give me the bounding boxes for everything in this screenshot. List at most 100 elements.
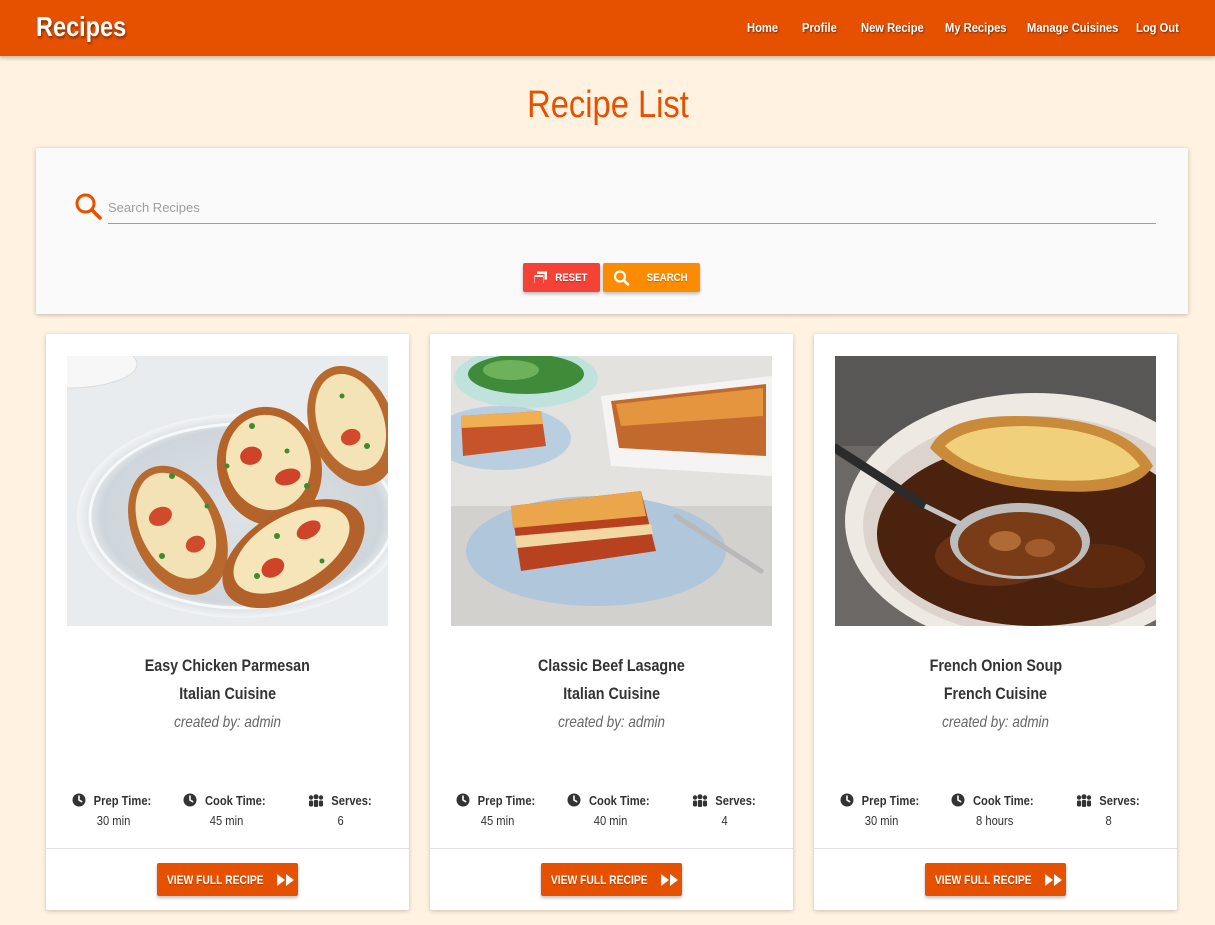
cook-time: Cook Time: 40 min — [556, 792, 666, 828]
card-divider — [46, 848, 409, 849]
serves-value-text: 8 — [1105, 813, 1113, 828]
cook-time-label: Cook Time: — [556, 792, 666, 808]
prep-time-value: 30 min — [827, 813, 937, 828]
people-icon — [1076, 793, 1092, 807]
prep-time-value: 45 min — [443, 813, 553, 828]
nav-link-home[interactable]: Home — [747, 17, 778, 39]
serves-value-text: 4 — [721, 813, 729, 828]
recipe-cuisine-text: Italian Cuisine — [179, 684, 276, 703]
nav-link-new-recipe[interactable]: New Recipe — [861, 17, 924, 39]
serves: Serves: 6 — [286, 792, 396, 828]
clock-icon — [567, 793, 581, 807]
clock-icon — [840, 793, 854, 807]
serves-value: 8 — [1054, 813, 1164, 828]
nav-link-manage-cuisines[interactable]: Manage Cuisines — [1027, 17, 1118, 39]
cook-time-value: 40 min — [556, 813, 666, 828]
clock-icon — [951, 793, 965, 807]
recipe-cuisine-text: French Cuisine — [943, 684, 1048, 703]
cook-time-label-text: Cook Time: — [973, 792, 1034, 808]
prep-time-value-text: 30 min — [865, 813, 899, 828]
prep-time: Prep Time: 30 min — [59, 792, 169, 828]
recipe-author-text: created by: admin — [942, 714, 1049, 731]
recipe-title: Easy Chicken Parmesan — [46, 656, 409, 676]
recipe-title: French Onion Soup — [814, 656, 1177, 676]
recipe-author-text: created by: admin — [558, 714, 665, 731]
search-panel: RESET SEARCH — [36, 148, 1188, 314]
recipe-title: Classic Beef Lasagne — [430, 656, 793, 676]
serves-label-text: Serves: — [1099, 792, 1140, 808]
prep-time-value: 30 min — [59, 813, 169, 828]
nav-link-profile[interactable]: Profile — [802, 17, 837, 39]
recipe-image-french-onion-soup[interactable] — [835, 356, 1156, 626]
people-icon — [692, 793, 708, 807]
recipe-image-chicken-parmesan[interactable] — [67, 356, 388, 626]
fast-forward-icon — [660, 873, 678, 886]
nav-link-log-out[interactable]: Log Out — [1136, 17, 1179, 39]
serves: Serves: 8 — [1054, 792, 1164, 828]
serves-value-text: 6 — [337, 813, 345, 828]
cook-time-label: Cook Time: — [172, 792, 282, 808]
recipe-cuisine: Italian Cuisine — [46, 684, 409, 704]
serves-label-text: Serves: — [331, 792, 372, 808]
prep-time-value-text: 30 min — [97, 813, 131, 828]
recipe-author: created by: admin — [814, 714, 1177, 732]
serves: Serves: 4 — [670, 792, 780, 828]
recipe-title-text: Classic Beef Lasagne — [538, 656, 685, 675]
view-full-recipe-label: VIEW FULL RECIPE — [167, 872, 264, 887]
view-full-recipe-button[interactable]: VIEW FULL RECIPE — [541, 863, 682, 896]
recipe-cuisine: Italian Cuisine — [430, 684, 793, 704]
nav-link-my-recipes[interactable]: My Recipes — [945, 17, 1007, 39]
prep-time-label-text: Prep Time: — [477, 792, 536, 808]
serves-label: Serves: — [1054, 792, 1164, 808]
serves-value: 6 — [286, 813, 396, 828]
prep-time: Prep Time: 45 min — [443, 792, 553, 828]
cook-time-value: 8 hours — [940, 813, 1050, 828]
recipe-card: Easy Chicken Parmesan Italian Cuisine cr… — [46, 334, 409, 910]
reset-button[interactable]: RESET — [523, 263, 600, 292]
view-full-recipe-button[interactable]: VIEW FULL RECIPE — [157, 863, 298, 896]
cook-time-value-text: 45 min — [210, 813, 244, 828]
people-icon — [308, 793, 324, 807]
view-full-recipe-button[interactable]: VIEW FULL RECIPE — [925, 863, 1066, 896]
prep-time-label: Prep Time: — [443, 792, 553, 808]
prep-time-label-text: Prep Time: — [861, 792, 920, 808]
fast-forward-icon — [1044, 873, 1062, 886]
recipe-title-text: Easy Chicken Parmesan — [144, 656, 311, 675]
prep-time-label-text: Prep Time: — [93, 792, 152, 808]
nav-links: Home Profile New Recipe My Recipes Manag… — [0, 17, 1215, 39]
clock-icon — [72, 793, 86, 807]
prep-time-label: Prep Time: — [59, 792, 169, 808]
view-full-recipe-label: VIEW FULL RECIPE — [551, 872, 648, 887]
cook-time-value-text: 40 min — [594, 813, 628, 828]
search-icon — [75, 193, 102, 220]
recipe-title-text: French Onion Soup — [929, 656, 1062, 675]
serves-label: Serves: — [286, 792, 396, 808]
prep-time: Prep Time: 30 min — [827, 792, 937, 828]
serves-value: 4 — [670, 813, 780, 828]
recipe-author: created by: admin — [430, 714, 793, 732]
view-full-recipe-label: VIEW FULL RECIPE — [935, 872, 1032, 887]
prep-time-label: Prep Time: — [827, 792, 937, 808]
serves-label: Serves: — [670, 792, 780, 808]
cook-time-value-text: 8 hours — [976, 813, 1014, 828]
reset-icon — [533, 271, 548, 284]
cook-time-value: 45 min — [172, 813, 282, 828]
recipe-image-beef-lasagne[interactable] — [451, 356, 772, 626]
card-divider — [814, 848, 1177, 849]
recipe-cuisine-text: Italian Cuisine — [563, 684, 660, 703]
cook-time-label-text: Cook Time: — [205, 792, 266, 808]
page-title: Recipe List — [0, 80, 1215, 130]
navbar: Recipes Home Profile New Recipe My Recip… — [0, 0, 1215, 56]
card-divider — [430, 848, 793, 849]
search-button[interactable]: SEARCH — [603, 263, 700, 292]
clock-icon — [183, 793, 197, 807]
recipe-author: created by: admin — [46, 714, 409, 732]
search-button-icon — [613, 269, 630, 286]
recipe-cuisine: French Cuisine — [814, 684, 1177, 704]
recipe-card: Classic Beef Lasagne Italian Cuisine cre… — [430, 334, 793, 910]
search-button-label: SEARCH — [646, 271, 688, 284]
search-input[interactable] — [108, 192, 1156, 224]
fast-forward-icon — [276, 873, 294, 886]
cook-time: Cook Time: 8 hours — [940, 792, 1050, 828]
recipe-card: French Onion Soup French Cuisine created… — [814, 334, 1177, 910]
